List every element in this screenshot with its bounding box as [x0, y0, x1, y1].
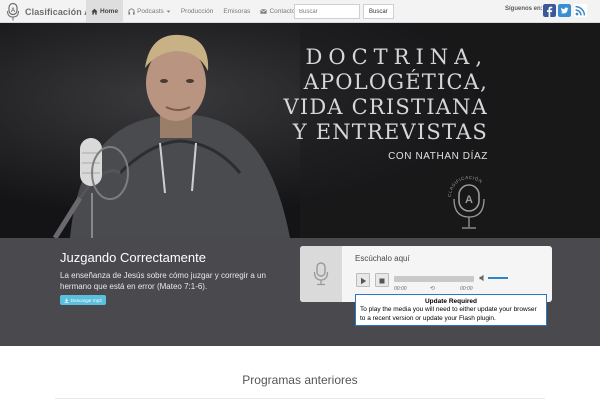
previous-programs-heading: Programas anteriores	[242, 373, 358, 387]
download-icon	[64, 298, 69, 303]
nav-podcasts-label: Podcasts	[137, 7, 164, 15]
player-title: Escúchalo aquí	[355, 254, 410, 263]
volume-slider[interactable]	[488, 277, 508, 279]
section-divider	[55, 398, 545, 399]
previous-programs-section: Programas anteriores	[0, 346, 600, 400]
current-time: 00:00	[394, 286, 407, 292]
headphones-icon	[128, 8, 135, 15]
brand-name: Clasificación A	[25, 6, 91, 17]
microphone-logo-icon: A	[7, 2, 19, 20]
caret-down-icon	[166, 10, 171, 13]
player-icon-panel	[300, 246, 342, 302]
envelope-icon	[260, 8, 268, 14]
search-button[interactable]: Buscar	[363, 4, 394, 19]
nav-produccion-label: Producción	[180, 7, 214, 15]
microphone-badge-icon: CLASIFICACIÓN A	[447, 175, 485, 229]
brand[interactable]: A Clasificación A	[6, 2, 91, 21]
nav-podcasts[interactable]: Podcasts	[123, 0, 176, 22]
home-icon	[91, 8, 98, 15]
volume-icon[interactable]	[479, 274, 487, 282]
nav-emisoras-label: Emisoras	[223, 7, 251, 15]
hero-title-line-1: DOCTRINA,	[305, 45, 488, 69]
svg-text:A: A	[465, 194, 473, 206]
hero-title: DOCTRINA, APOLOGÉTICA, VIDA CRISTIANA Y …	[168, 45, 488, 145]
nav-home-label: Home	[100, 7, 119, 15]
microphone-icon	[313, 262, 329, 286]
update-required-notice: Update Required To play the media you wi…	[355, 294, 547, 326]
top-navbar: A Clasificación A Home Podcasts Producci…	[0, 0, 600, 23]
duration-time: 00:00	[460, 286, 473, 292]
nav-produccion[interactable]: Producción	[176, 0, 219, 22]
featured-episode: Juzgando Correctamente La enseñanza de J…	[0, 238, 600, 346]
search-form: Buscar	[294, 4, 394, 19]
episode-description: La enseñanza de Jesús sobre cómo juzgar …	[60, 271, 266, 291]
download-mp3-button[interactable]: Descargar mp3	[60, 295, 106, 305]
update-required-title: Update Required	[424, 298, 477, 305]
progress-bar[interactable]	[394, 276, 474, 282]
twitter-icon[interactable]	[558, 4, 571, 17]
nav-emisoras[interactable]: Emisoras	[218, 0, 255, 22]
hero-title-line-3: VIDA CRISTIANA	[283, 95, 488, 119]
update-required-body: To play the media you will need to eithe…	[360, 306, 537, 322]
play-icon	[361, 277, 367, 285]
episode-title[interactable]: Juzgando Correctamente	[60, 250, 206, 265]
nav-home[interactable]: Home	[86, 0, 124, 22]
nav-contacto-label: Contacto	[269, 7, 296, 15]
stop-icon	[379, 278, 385, 284]
loop-icon[interactable]: ⟲	[430, 285, 435, 292]
download-mp3-label: Descargar mp3	[71, 297, 102, 303]
stop-button[interactable]	[375, 273, 389, 287]
svg-text:A: A	[11, 8, 16, 14]
hero-byline: CON NATHAN DÍAZ	[388, 151, 488, 162]
main-nav: Home Podcasts Producción Emisoras Contac…	[86, 0, 300, 22]
rss-icon[interactable]	[574, 4, 587, 17]
play-button[interactable]	[356, 273, 370, 287]
hero-title-line-2: APOLOGÉTICA,	[303, 70, 488, 94]
search-input[interactable]	[294, 4, 360, 19]
facebook-icon[interactable]	[543, 4, 556, 17]
follow-label: Síguenos en:	[505, 6, 543, 12]
hero-banner: DOCTRINA, APOLOGÉTICA, VIDA CRISTIANA Y …	[0, 23, 600, 238]
hero-title-line-4: Y ENTREVISTAS	[292, 120, 488, 144]
